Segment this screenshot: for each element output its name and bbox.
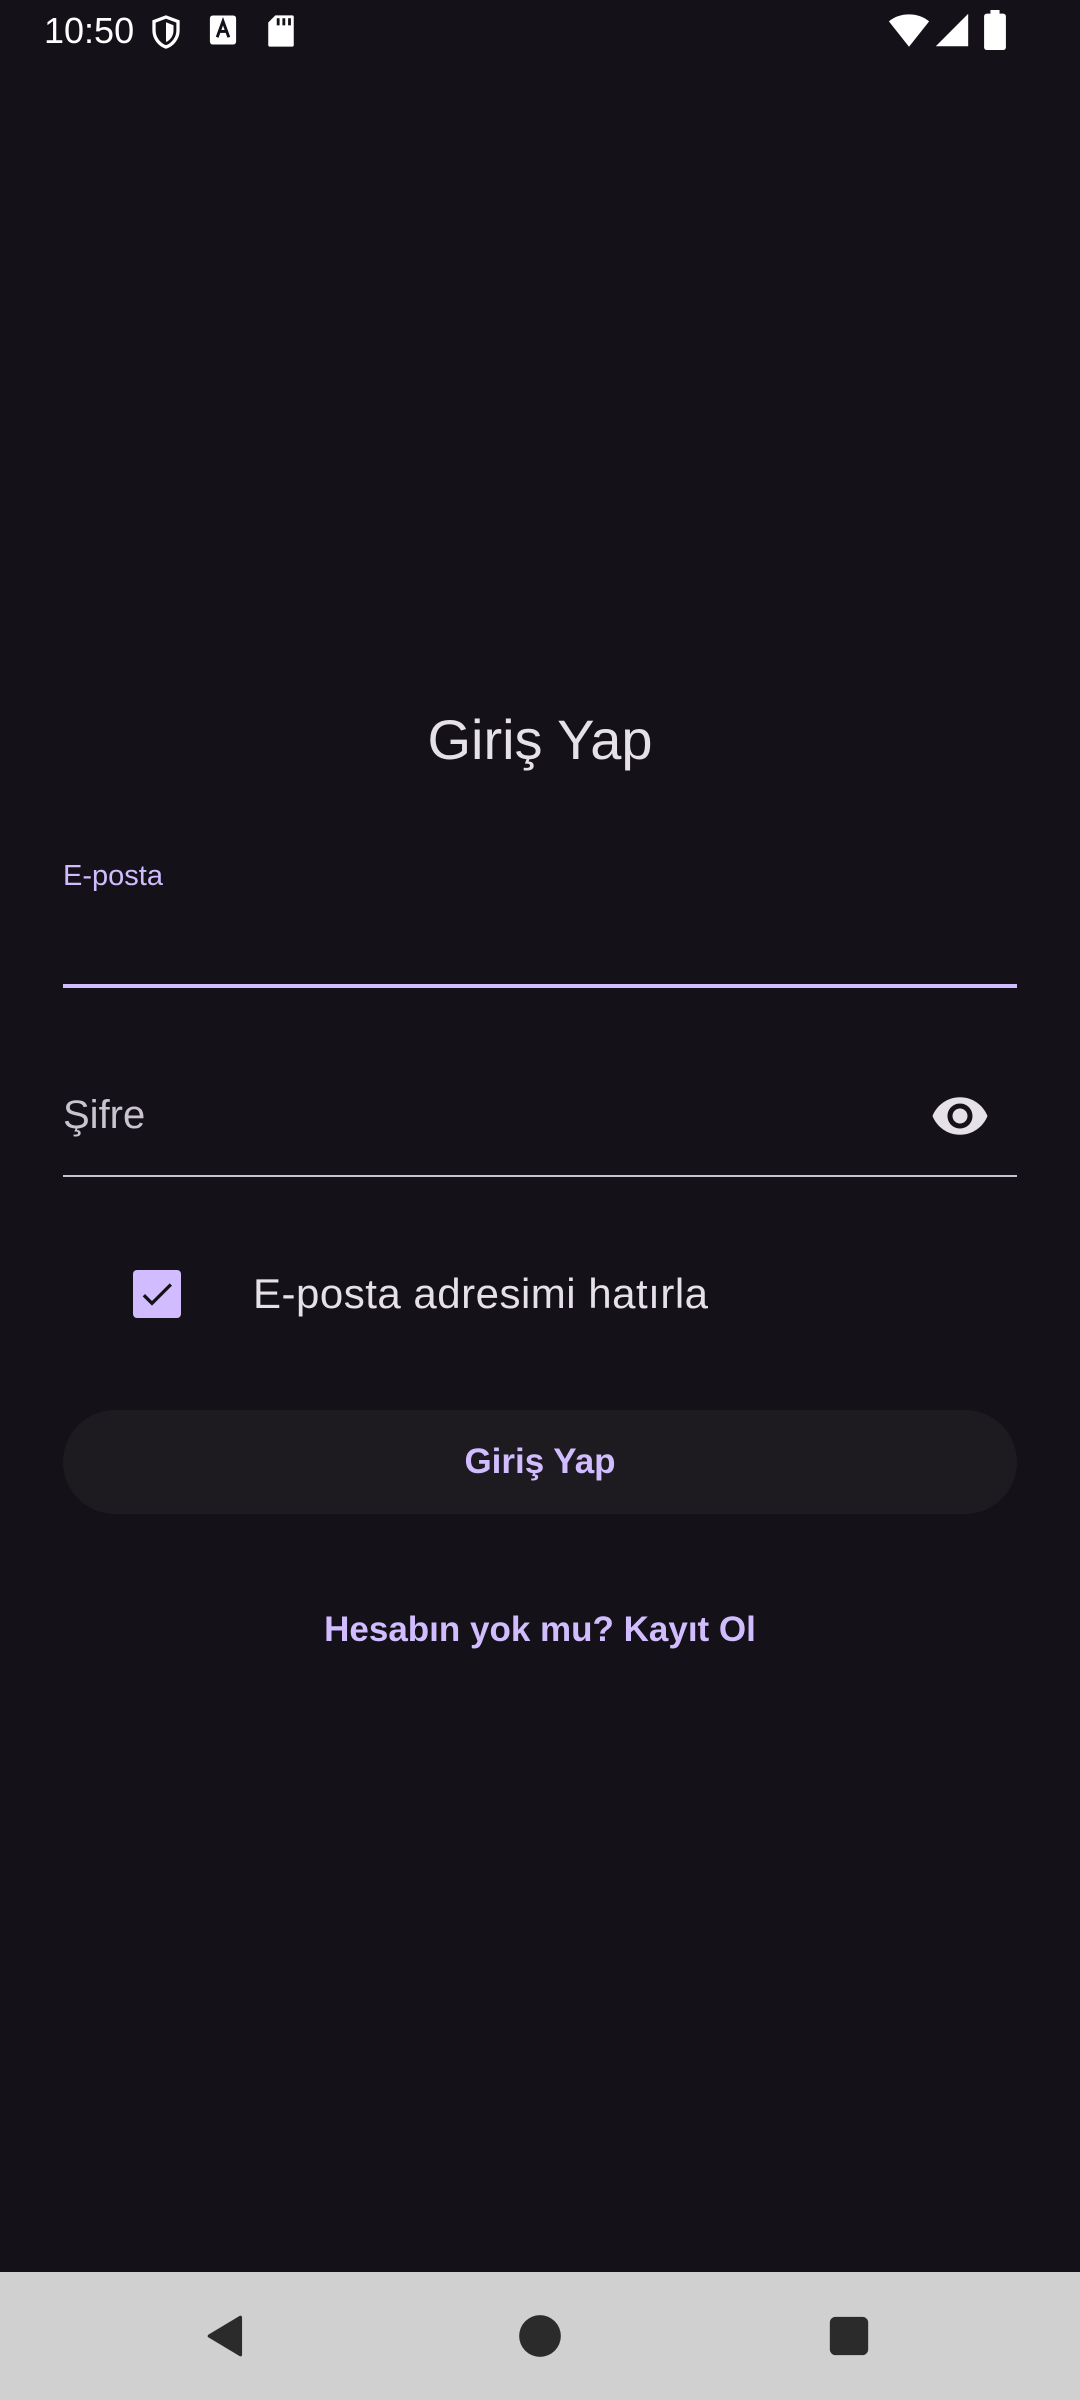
toggle-password-visibility-button[interactable] bbox=[920, 1076, 1000, 1156]
eye-icon bbox=[932, 1097, 988, 1135]
remember-email-checkbox[interactable] bbox=[133, 1270, 181, 1318]
back-icon bbox=[207, 2315, 243, 2357]
recents-button[interactable] bbox=[809, 2296, 889, 2376]
system-nav-bar bbox=[0, 2272, 1080, 2400]
page-title: Giriş Yap bbox=[427, 708, 653, 771]
wifi-icon bbox=[888, 14, 930, 47]
password-input[interactable] bbox=[63, 1080, 923, 1150]
status-bar: 10:50 bbox=[0, 0, 1080, 62]
back-button[interactable] bbox=[188, 2296, 268, 2376]
recents-icon bbox=[829, 2316, 869, 2356]
email-label: E-posta bbox=[63, 860, 163, 892]
home-button[interactable] bbox=[500, 2296, 580, 2376]
email-input[interactable] bbox=[63, 910, 1017, 970]
check-icon bbox=[142, 1283, 172, 1306]
password-field[interactable] bbox=[63, 1040, 1017, 1180]
a-letter-icon bbox=[209, 15, 237, 45]
password-underline bbox=[63, 1175, 1017, 1177]
email-focus-underline bbox=[63, 984, 1017, 988]
email-field[interactable]: E-posta bbox=[63, 850, 1017, 990]
login-button[interactable]: Giriş Yap bbox=[63, 1410, 1017, 1514]
status-time: 10:50 bbox=[44, 10, 135, 51]
remember-email-label: E-posta adresimi hatırla bbox=[253, 1270, 709, 1317]
shield-icon bbox=[152, 15, 180, 49]
cell-signal-icon bbox=[935, 13, 969, 47]
login-button-label: Giriş Yap bbox=[464, 1442, 616, 1481]
home-icon bbox=[519, 2315, 561, 2357]
remember-email-row: E-posta adresimi hatırla bbox=[133, 1264, 933, 1324]
sd-card-icon bbox=[268, 15, 294, 47]
battery-icon bbox=[984, 10, 1006, 50]
register-link[interactable]: Hesabın yok mu? Kayıt Ol bbox=[0, 1605, 1080, 1655]
